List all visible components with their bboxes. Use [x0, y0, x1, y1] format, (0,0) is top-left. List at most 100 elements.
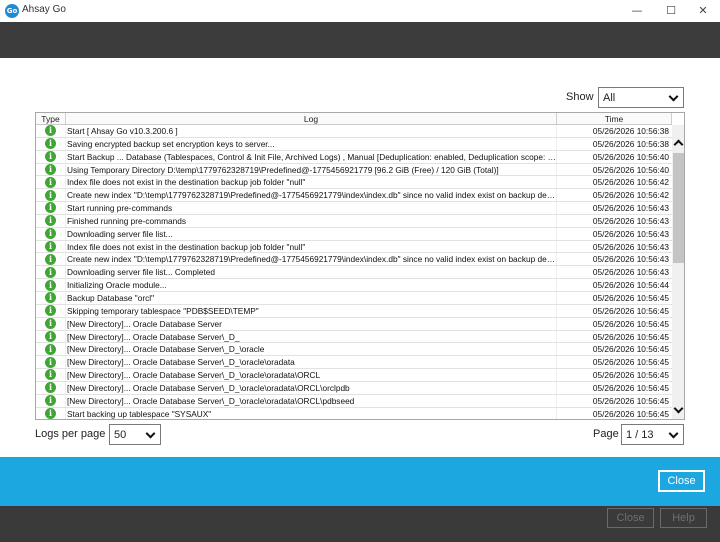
row-time-cell: 05/26/2026 10:56:45	[592, 370, 669, 381]
info-icon: i	[45, 266, 56, 278]
info-icon: i	[45, 228, 56, 240]
row-time-cell: 05/26/2026 10:56:40	[592, 151, 669, 162]
row-log-cell: Skipping temporary tablespace "PDB$SEED\…	[66, 304, 557, 317]
row-type-cell: i	[36, 137, 66, 150]
info-icon: i	[45, 318, 56, 330]
row-type-cell: i	[36, 163, 66, 176]
info-icon: i	[45, 305, 56, 317]
page-label: Page	[593, 428, 619, 440]
row-time-cell: 05/26/2026 10:56:38	[592, 126, 669, 136]
table-row[interactable]: i Downloading server file list... 05/26/20…	[36, 227, 672, 241]
table-row[interactable]: i Saving encrypted backup set encryption …	[36, 137, 672, 151]
row-type-cell: i	[36, 279, 66, 291]
info-icon: i	[45, 163, 56, 175]
row-time-cell: 05/26/2026 10:56:45	[592, 382, 669, 393]
app-logo-icon: Go	[5, 4, 19, 18]
table-row[interactable]: i [New Directory]... Oracle Database Serv…	[36, 317, 672, 331]
chevron-down-icon	[668, 428, 679, 439]
row-time-cell: 05/26/2026 10:56:45	[592, 331, 669, 342]
table-row[interactable]: i Start running pre-commands 05/26/2026 10…	[36, 202, 672, 215]
row-log-cell: Index file does not exist in the destina…	[66, 240, 557, 253]
row-log-cell: Backup Database "orcl"	[66, 291, 557, 304]
row-time-cell: 05/26/2026 10:56:45	[592, 395, 669, 406]
info-icon: i	[45, 279, 56, 291]
close-button[interactable]: Close	[658, 470, 705, 492]
row-type-cell: i	[36, 330, 66, 343]
show-filter-value: All	[603, 91, 616, 104]
table-row[interactable]: i [New Directory]... Oracle Database Serv…	[36, 394, 672, 408]
table-row[interactable]: i Skipping temporary tablespace "PDB$SEED…	[36, 304, 672, 318]
table-row[interactable]: i Index file does not exist in the destin…	[36, 176, 672, 190]
page-select[interactable]: 1 / 13	[621, 424, 684, 445]
row-type-cell: i	[36, 356, 66, 369]
row-type-cell: i	[36, 381, 66, 394]
table-row[interactable]: i Create new index "D:\temp\1779762328719…	[36, 253, 672, 267]
chevron-down-icon	[145, 428, 156, 439]
info-icon: i	[45, 343, 56, 355]
close-window-icon[interactable]: ✕	[686, 0, 720, 22]
info-icon: i	[45, 125, 56, 137]
table-row[interactable]: i Start [ Ahsay Go v10.3.200.6 ] 05/26/202…	[36, 125, 672, 138]
row-log-cell: [New Directory]... Oracle Database Serve…	[66, 369, 557, 381]
row-log-cell: [New Directory]... Oracle Database Serve…	[66, 317, 557, 330]
table-row[interactable]: i [New Directory]... Oracle Database Serv…	[36, 381, 672, 395]
row-log-cell: Using Temporary Directory D:\temp\177976…	[66, 163, 557, 176]
table-row[interactable]: i Backup Database "orcl" 05/26/2026 10:56:…	[36, 291, 672, 305]
log-table-scrollbar[interactable]	[672, 125, 684, 419]
background-help-button: Help	[660, 508, 707, 528]
table-row[interactable]: i Downloading server file list... Complet…	[36, 266, 672, 280]
row-time-cell: 05/26/2026 10:56:45	[592, 408, 669, 419]
minimize-icon[interactable]: —	[620, 0, 654, 22]
row-log-cell: Downloading server file list...	[66, 227, 557, 240]
maximize-icon[interactable]: ☐	[654, 0, 688, 22]
table-row[interactable]: i Using Temporary Directory D:\temp\17797…	[36, 163, 672, 177]
column-header-type[interactable]: Type	[36, 113, 66, 124]
table-row[interactable]: i [New Directory]... Oracle Database Serv…	[36, 356, 672, 370]
show-filter-select[interactable]: All	[598, 87, 684, 108]
row-time-cell: 05/26/2026 10:56:42	[592, 190, 669, 201]
title-bar: Go Ahsay Go — ☐ ✕	[0, 0, 720, 22]
table-row[interactable]: i Initializing Oracle module... 05/26/2026…	[36, 279, 672, 292]
table-row[interactable]: i Finished running pre-commands 05/26/2026…	[36, 214, 672, 228]
row-time-cell: 05/26/2026 10:56:43	[592, 267, 669, 278]
row-type-cell: i	[36, 240, 66, 253]
column-header-log[interactable]: Log	[66, 113, 557, 124]
scroll-up-icon[interactable]	[673, 139, 684, 150]
table-row[interactable]: i Start Backup ... Database (Tablespaces,…	[36, 150, 672, 164]
row-log-cell: [New Directory]... Oracle Database Serve…	[66, 394, 557, 407]
table-row[interactable]: i [New Directory]... Oracle Database Serv…	[36, 343, 672, 357]
row-time-cell: 05/26/2026 10:56:38	[592, 138, 669, 149]
log-table-header: Type Log Time	[36, 113, 672, 125]
row-type-cell: i	[36, 291, 66, 304]
table-row[interactable]: i [New Directory]... Oracle Database Serv…	[36, 330, 672, 344]
row-time-cell: 05/26/2026 10:56:43	[592, 215, 669, 226]
row-time-cell: 05/26/2026 10:56:43	[592, 203, 669, 214]
table-row[interactable]: i Create new index "D:\temp\1779762328719…	[36, 189, 672, 203]
scroll-thumb[interactable]	[673, 153, 684, 263]
table-row[interactable]: i [New Directory]... Oracle Database Serv…	[36, 369, 672, 382]
info-icon: i	[45, 176, 56, 188]
header-strip	[0, 22, 720, 58]
info-icon: i	[45, 330, 56, 342]
row-time-cell: 05/26/2026 10:56:43	[592, 254, 669, 265]
info-icon: i	[45, 189, 56, 201]
logs-per-page-label: Logs per page	[35, 428, 106, 440]
table-row[interactable]: i Index file does not exist in the destin…	[36, 240, 672, 254]
logs-per-page-value: 50	[114, 428, 127, 441]
column-header-time[interactable]: Time	[557, 113, 672, 124]
scroll-down-icon[interactable]	[673, 403, 684, 414]
row-log-cell: [New Directory]... Oracle Database Serve…	[66, 381, 557, 394]
row-log-cell: Create new index "D:\temp\1779762328719\…	[67, 253, 557, 266]
row-type-cell: i	[36, 202, 66, 214]
row-time-cell: 05/26/2026 10:56:44	[592, 280, 669, 291]
info-icon: i	[45, 369, 56, 381]
info-icon: i	[45, 202, 56, 214]
logs-per-page-select[interactable]: 50	[109, 424, 161, 445]
row-time-cell: 05/26/2026 10:56:45	[592, 305, 669, 316]
row-time-cell: 05/26/2026 10:56:45	[592, 344, 669, 355]
window-title: Ahsay Go	[22, 4, 66, 15]
row-log-cell: Saving encrypted backup set encryption k…	[66, 137, 557, 150]
row-time-cell: 05/26/2026 10:56:40	[592, 164, 669, 175]
table-row[interactable]: i Start backing up tablespace "SYSAUX" 05/…	[36, 407, 672, 419]
row-type-cell: i	[36, 253, 66, 266]
